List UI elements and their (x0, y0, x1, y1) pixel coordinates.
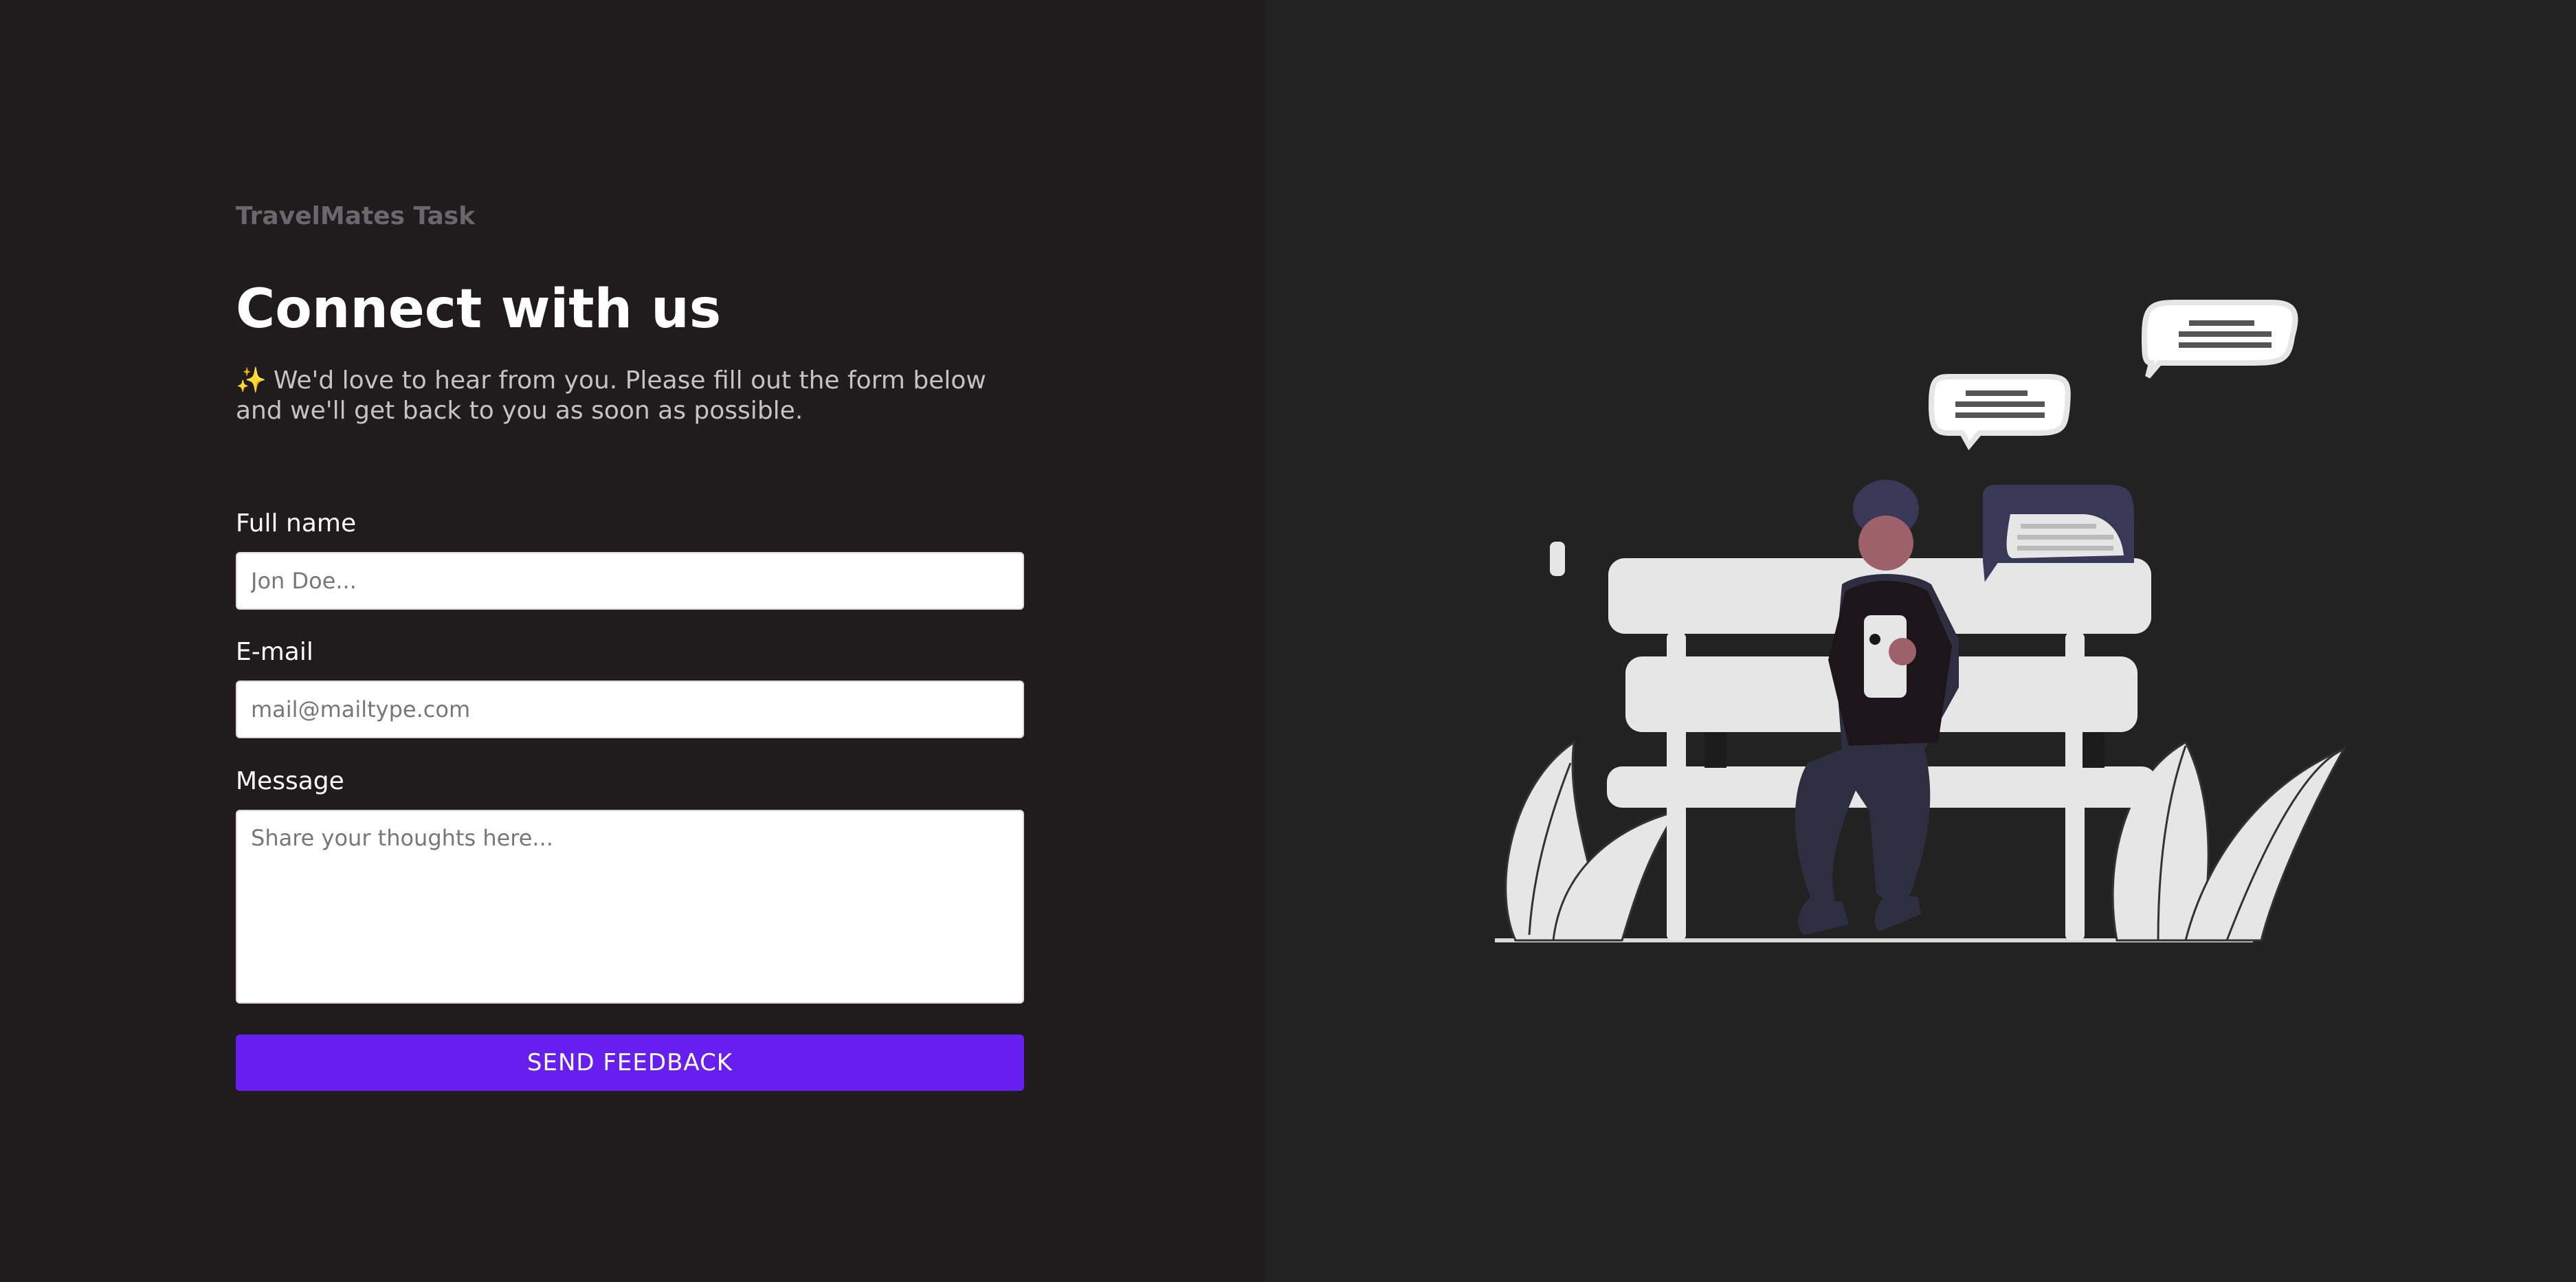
illustration-panel (1265, 0, 2576, 1282)
full-name-label: Full name (236, 509, 357, 538)
chat-bubble-icon (1928, 374, 2071, 451)
email-input[interactable] (236, 681, 1024, 738)
message-textarea[interactable] (236, 810, 1024, 1004)
sparkle-icon: ✨ (236, 366, 267, 395)
brand-name: TravelMates Task (236, 202, 476, 230)
email-label: E-mail (236, 638, 313, 666)
message-label: Message (236, 767, 344, 795)
intro-text: ✨ We'd love to hear from you. Please fill… (236, 366, 1024, 426)
chat-bubble-icon (2141, 300, 2298, 379)
person-on-bench-illustration (1495, 300, 2346, 942)
contact-form-container: TravelMates Task Connect with us ✨ We'd l… (236, 199, 1024, 1091)
contact-panel: TravelMates Task Connect with us ✨ We'd l… (0, 0, 1265, 1282)
page: TravelMates Task Connect with us ✨ We'd l… (0, 0, 2576, 1282)
intro-message: We'd love to hear from you. Please fill … (236, 366, 986, 425)
full-name-input[interactable] (236, 552, 1024, 610)
chat-bubble-icon (1983, 485, 2134, 582)
page-title: Connect with us (236, 278, 722, 340)
send-feedback-button[interactable]: SEND FEEDBACK (236, 1035, 1024, 1091)
